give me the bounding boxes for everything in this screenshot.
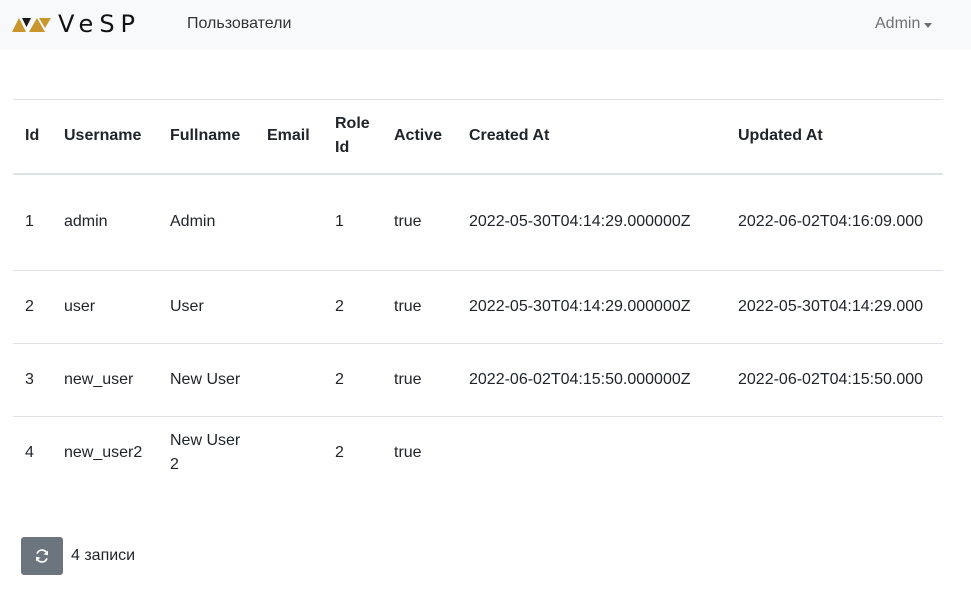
cell-active: true [394,444,422,462]
cell-fullname: New User [170,371,241,388]
cell-updated-at [726,417,943,490]
cell-active: true [394,298,422,315]
cell-id: 1 [25,213,34,231]
brand-logo[interactable]: VeSP [12,12,141,36]
table-row[interactable]: 1 admin Admin 1 true 2022-05-30T04:14:29… [13,174,943,271]
record-count: 4 записи [71,547,136,564]
header-created-at[interactable]: Created At [457,100,726,174]
users-table-container[interactable]: Id Username Fullname Email Role Id Activ… [13,99,943,490]
user-menu-dropdown[interactable]: Admin [875,14,933,34]
brand-name: VeSP [58,10,142,38]
cell-id: 4 [25,444,34,462]
table-row[interactable]: 2 user User 2 true 2022-05-30T04:14:29.0… [13,271,943,344]
header-role-id[interactable]: Role Id [323,100,382,174]
table-row[interactable]: 3 new_user New User 2 true 2022-06-02T04… [13,344,943,417]
cell-updated-at: 2022-06-02T04:15:50.000 [738,371,924,388]
cell-fullname: New User 2 [170,432,241,474]
header-fullname[interactable]: Fullname [158,100,255,174]
cell-role-id: 2 [335,298,344,315]
cell-username: new_user2 [64,444,143,462]
cell-created-at [457,417,726,490]
users-table: Id Username Fullname Email Role Id Activ… [13,99,943,490]
cell-created-at: 2022-05-30T04:14:29.000000Z [469,298,691,315]
cell-username: user [64,298,96,315]
cell-email [255,174,323,271]
nav-link-users[interactable]: Пользователи [187,14,291,34]
header-email[interactable]: Email [255,100,323,174]
cell-role-id: 1 [335,213,344,231]
cell-email [255,271,323,344]
cell-updated-at: 2022-05-30T04:14:29.000 [738,298,924,315]
cell-email [255,417,323,490]
table-row[interactable]: 4 new_user2 New User 2 2 true [13,417,943,490]
cell-username: new_user [64,371,134,388]
caret-down-icon [924,22,933,28]
cell-id: 3 [25,371,34,388]
cell-username: admin [64,213,108,231]
cell-email [255,344,323,417]
user-menu-label: Admin [875,15,921,32]
cell-fullname: Admin [170,213,216,231]
refresh-button[interactable] [21,537,63,575]
cell-created-at: 2022-06-02T04:15:50.000000Z [469,371,691,388]
logo-mark-icon [12,18,51,32]
table-header-row: Id Username Fullname Email Role Id Activ… [13,99,943,174]
navbar: VeSP Пользователи Admin [0,0,971,50]
table-footer: 4 записи [21,537,135,575]
cell-role-id: 2 [335,371,344,388]
cell-active: true [394,213,422,231]
cell-id: 2 [25,298,34,315]
cell-role-id: 2 [335,444,344,462]
header-updated-at[interactable]: Updated At [726,100,943,174]
header-id[interactable]: Id [13,100,52,174]
cell-created-at: 2022-05-30T04:14:29.000000Z [469,213,691,231]
cell-updated-at: 2022-06-02T04:16:09.000 [738,213,924,231]
cell-active: true [394,371,422,388]
header-active[interactable]: Active [382,100,457,174]
header-username[interactable]: Username [52,100,158,174]
cell-fullname: User [170,298,204,315]
refresh-icon [35,549,49,563]
